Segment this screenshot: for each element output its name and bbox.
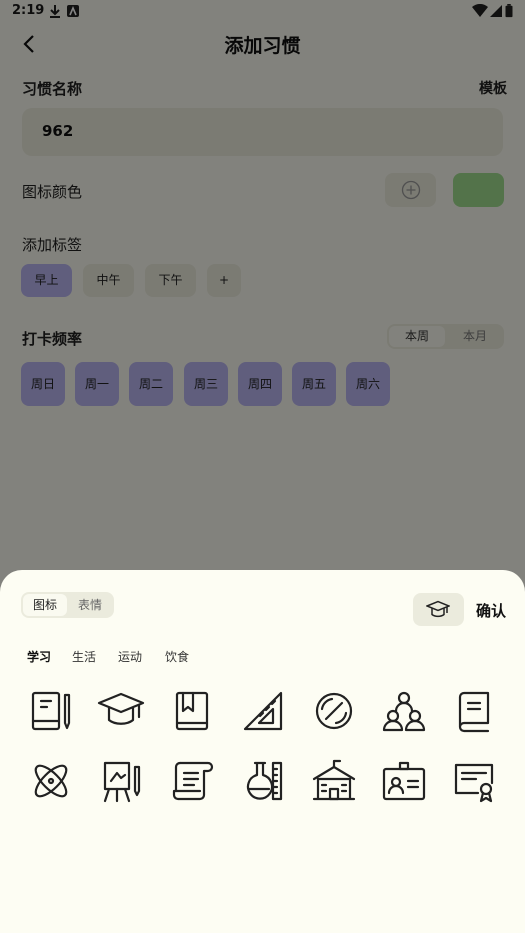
students-group-icon bbox=[382, 691, 426, 732]
atom-icon bbox=[34, 764, 68, 798]
icon-option[interactable] bbox=[27, 757, 75, 805]
picker-type-segment: 图标 表情 bbox=[21, 592, 114, 618]
icon-picker-sheet: 图标 表情 确认 学习 生活 运动 饮食 bbox=[0, 570, 525, 933]
icon-option[interactable] bbox=[27, 687, 75, 735]
icon-option[interactable] bbox=[239, 687, 287, 735]
ruler-triangle-icon bbox=[243, 691, 283, 731]
icon-option[interactable] bbox=[450, 687, 498, 735]
category-life[interactable]: 生活 bbox=[72, 648, 96, 665]
tab-emoji[interactable]: 表情 bbox=[68, 594, 112, 616]
school-building-icon bbox=[312, 759, 356, 801]
icon-option[interactable] bbox=[239, 757, 287, 805]
category-food[interactable]: 饮食 bbox=[165, 648, 189, 665]
selected-icon-preview bbox=[413, 593, 464, 626]
icon-option[interactable] bbox=[97, 757, 145, 805]
icon-option[interactable] bbox=[450, 757, 498, 805]
scroll-icon bbox=[172, 761, 214, 801]
category-sports[interactable]: 运动 bbox=[118, 648, 142, 665]
icon-option[interactable] bbox=[168, 757, 216, 805]
certificate-icon bbox=[454, 763, 494, 803]
compass-circle-icon bbox=[315, 692, 353, 730]
icon-option[interactable] bbox=[97, 687, 145, 735]
confirm-button[interactable]: 确认 bbox=[476, 600, 506, 621]
easel-icon bbox=[103, 761, 141, 803]
book-pencil-icon bbox=[31, 691, 71, 731]
icon-option[interactable] bbox=[310, 687, 358, 735]
icon-option[interactable] bbox=[380, 687, 428, 735]
textbook-icon bbox=[458, 691, 490, 733]
id-card-icon bbox=[382, 761, 426, 801]
icon-option[interactable] bbox=[168, 687, 216, 735]
bookmark-book-icon bbox=[175, 691, 209, 731]
tab-icons[interactable]: 图标 bbox=[23, 594, 67, 616]
category-study[interactable]: 学习 bbox=[27, 648, 51, 665]
icon-option[interactable] bbox=[310, 757, 358, 805]
graduation-cap-icon bbox=[426, 600, 450, 618]
icon-option[interactable] bbox=[380, 757, 428, 805]
graduation-cap-icon bbox=[97, 692, 145, 725]
flask-ruler-icon bbox=[246, 761, 283, 801]
